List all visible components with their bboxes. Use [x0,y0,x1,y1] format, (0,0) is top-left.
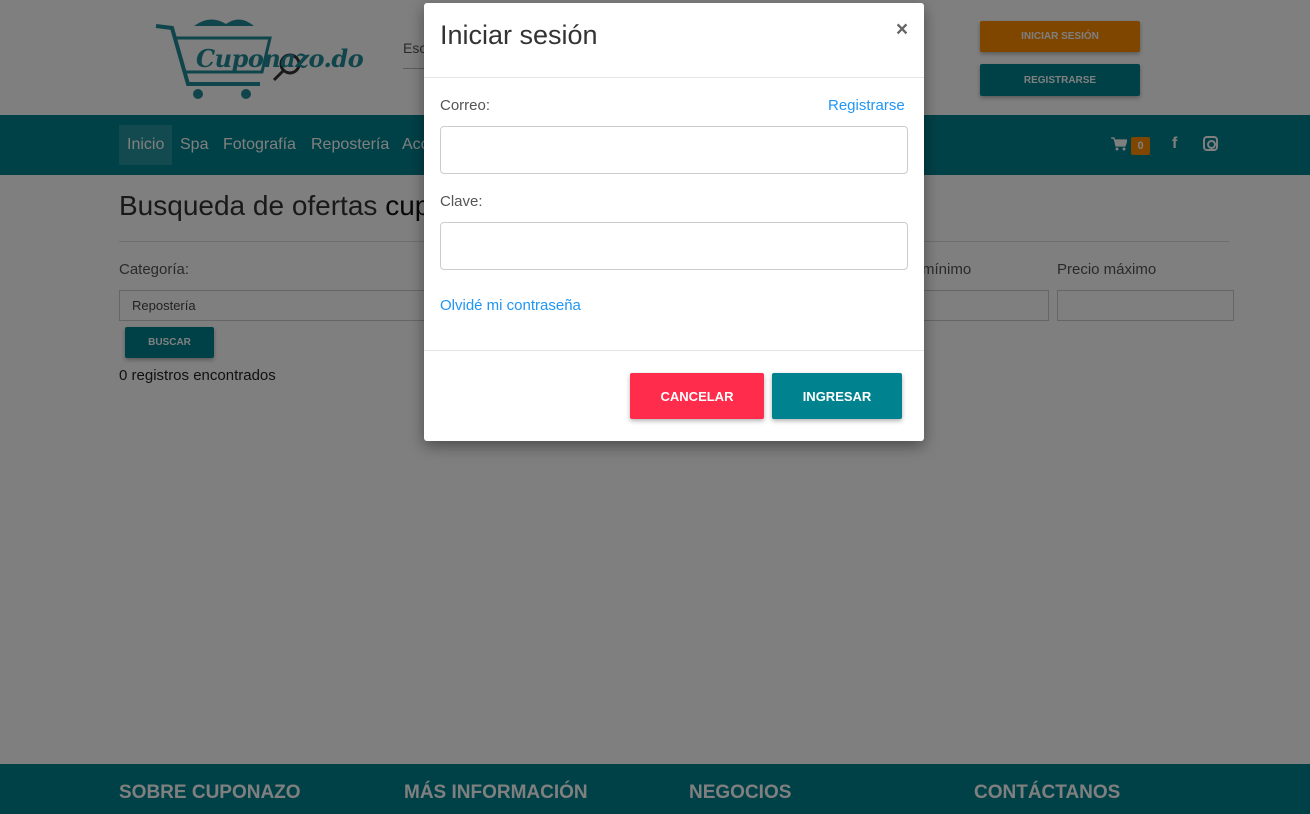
email-label: Correo: [440,97,491,114]
email-field[interactable] [440,126,908,174]
forgot-password-link[interactable]: Olvidé mi contraseña [440,297,581,314]
modal-header: Iniciar sesión × [424,3,924,78]
cancel-button[interactable]: CANCELAR [630,373,764,419]
login-modal: Iniciar sesión × Correo: Registrarse Cla… [424,3,924,441]
password-label: Clave: [440,193,483,210]
submit-button[interactable]: INGRESAR [772,373,902,419]
modal-title: Iniciar sesión [440,20,598,50]
register-link[interactable]: Registrarse [828,97,905,114]
password-field[interactable] [440,222,908,270]
close-icon[interactable]: × [892,18,912,42]
modal-footer-divider [424,350,924,351]
